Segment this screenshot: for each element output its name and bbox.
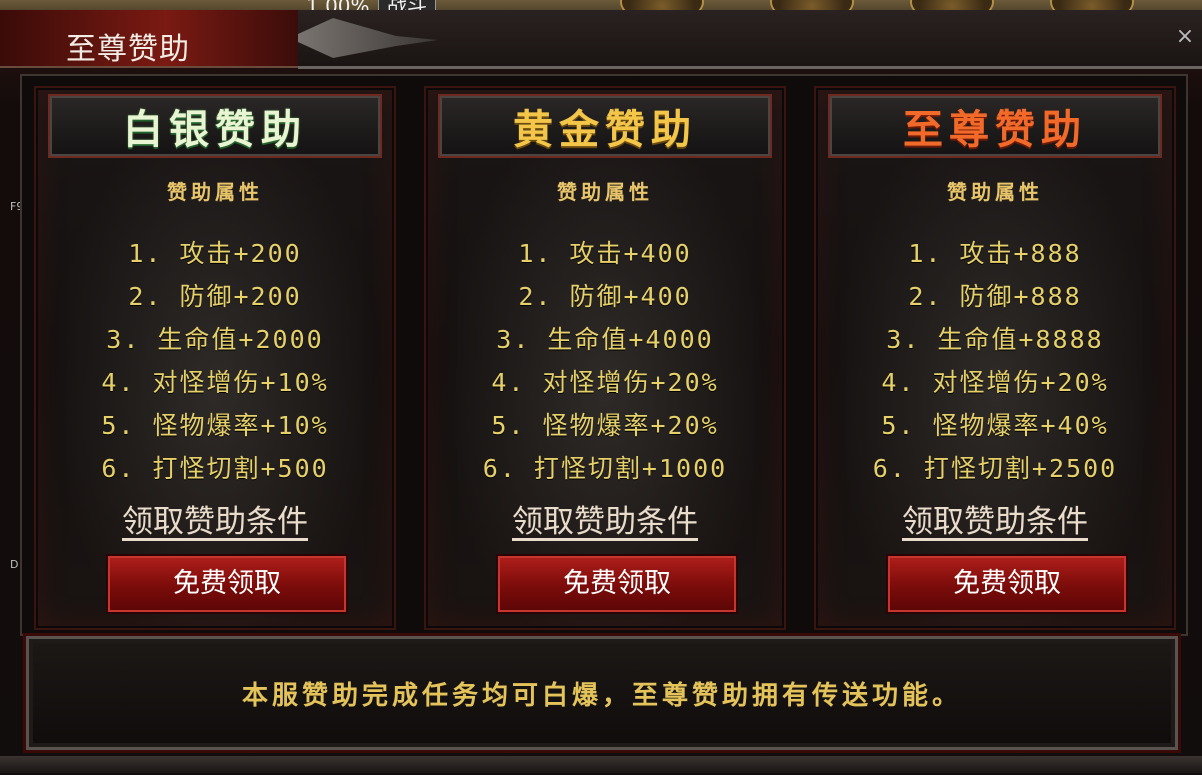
free-claim-button[interactable]: 免费领取 bbox=[886, 554, 1128, 614]
free-claim-button[interactable]: 免费领取 bbox=[106, 554, 348, 614]
notice-box: 本服赞助完成任务均可白爆，至尊赞助拥有传送功能。 bbox=[26, 636, 1178, 750]
notice-text: 本服赞助完成任务均可白爆，至尊赞助拥有传送功能。 bbox=[241, 680, 962, 711]
claim-conditions-link[interactable]: 领取赞助条件 bbox=[816, 496, 1174, 541]
attribute-item: 2. 防御+200 bbox=[128, 282, 302, 311]
attribute-list: 1. 攻击+200 2. 防御+200 3. 生命值+2000 4. 对怪增伤+… bbox=[36, 234, 394, 492]
sponsor-panel-gold: 黄金赞助 赞助属性 1. 攻击+400 2. 防御+400 3. 生命值+400… bbox=[424, 86, 786, 630]
attribute-item: 6. 打怪切割+1000 bbox=[482, 454, 728, 483]
panel-title: 白银赞助 bbox=[123, 106, 307, 153]
claim-conditions-link[interactable]: 领取赞助条件 bbox=[36, 496, 394, 541]
attribute-item: 5. 怪物爆率+20% bbox=[491, 411, 719, 440]
attribute-item: 1. 攻击+888 bbox=[908, 239, 1082, 268]
attribute-list: 1. 攻击+888 2. 防御+888 3. 生命值+8888 4. 对怪增伤+… bbox=[816, 234, 1174, 492]
attribute-item: 6. 打怪切割+2500 bbox=[872, 454, 1118, 483]
attribute-item: 3. 生命值+2000 bbox=[106, 325, 324, 354]
attributes-heading: 赞助属性 bbox=[947, 180, 1043, 204]
panel-header: 至尊赞助 bbox=[828, 94, 1162, 158]
window-title: 至尊赞助 bbox=[66, 32, 190, 67]
hotkey-label-d: D bbox=[10, 558, 19, 571]
attributes-heading: 赞助属性 bbox=[167, 180, 263, 204]
claim-conditions-link[interactable]: 领取赞助条件 bbox=[426, 496, 784, 541]
attribute-item: 1. 攻击+200 bbox=[128, 239, 302, 268]
close-icon[interactable]: × bbox=[1172, 24, 1198, 50]
attribute-item: 1. 攻击+400 bbox=[518, 239, 692, 268]
attribute-item: 5. 怪物爆率+40% bbox=[881, 411, 1109, 440]
attribute-item: 2. 防御+400 bbox=[518, 282, 692, 311]
window-title-tab: 至尊赞助 bbox=[0, 10, 300, 68]
panel-title: 至尊赞助 bbox=[903, 106, 1087, 153]
attribute-item: 4. 对怪增伤+20% bbox=[491, 368, 719, 397]
attribute-item: 6. 打怪切割+500 bbox=[101, 454, 329, 483]
title-ornament: × bbox=[298, 10, 1202, 69]
panel-title: 黄金赞助 bbox=[513, 106, 697, 153]
attribute-item: 5. 怪物爆率+10% bbox=[101, 411, 329, 440]
attributes-heading: 赞助属性 bbox=[557, 180, 653, 204]
attribute-item: 4. 对怪增伤+20% bbox=[881, 368, 1109, 397]
free-claim-button[interactable]: 免费领取 bbox=[496, 554, 738, 614]
sponsor-panel-supreme: 至尊赞助 赞助属性 1. 攻击+888 2. 防御+888 3. 生命值+888… bbox=[814, 86, 1176, 630]
sponsor-panel-silver: 白银赞助 赞助属性 1. 攻击+200 2. 防御+200 3. 生命值+200… bbox=[34, 86, 396, 630]
window-bottom-border bbox=[0, 756, 1202, 773]
attribute-list: 1. 攻击+400 2. 防御+400 3. 生命值+4000 4. 对怪增伤+… bbox=[426, 234, 784, 492]
attribute-item: 4. 对怪增伤+10% bbox=[101, 368, 329, 397]
attribute-item: 3. 生命值+4000 bbox=[496, 325, 714, 354]
attribute-item: 2. 防御+888 bbox=[908, 282, 1082, 311]
attribute-item: 3. 生命值+8888 bbox=[886, 325, 1104, 354]
panel-header: 白银赞助 bbox=[48, 94, 382, 158]
panel-header: 黄金赞助 bbox=[438, 94, 772, 158]
